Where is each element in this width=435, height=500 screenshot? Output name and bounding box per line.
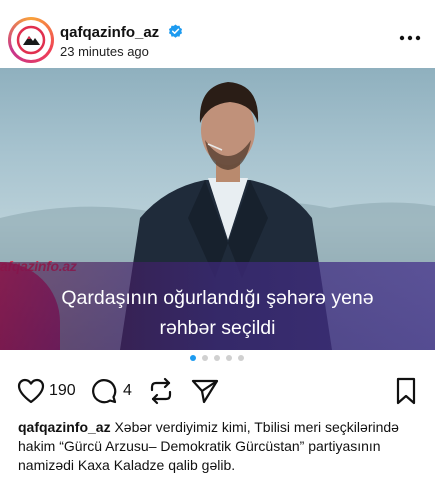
username[interactable]: qafqazinfo_az: [60, 24, 159, 41]
carousel-dot[interactable]: [202, 355, 208, 361]
comment-count[interactable]: 4: [123, 382, 132, 400]
more-horizontal-icon[interactable]: [398, 32, 422, 44]
post-header: qafqazinfo_az 23 minutes ago: [0, 0, 435, 70]
comment-icon[interactable]: [91, 378, 117, 404]
headline-line-1: Qardaşının oğurlandığı şəhərə yenə: [61, 287, 374, 309]
carousel-dot[interactable]: [226, 355, 232, 361]
caption-username[interactable]: qafqazinfo_az: [18, 419, 111, 435]
post-caption: qafqazinfo_az Xəbər verdiyimiz kimi, Tbi…: [18, 418, 423, 475]
avatar[interactable]: [8, 17, 54, 63]
post-image[interactable]: afqazinfo.az Qardaşının oğurlandığı şəhə…: [0, 68, 435, 350]
headline: Qardaşının oğurlandığı şəhərə yenə rəhbə…: [0, 283, 435, 343]
heart-icon[interactable]: [17, 378, 45, 404]
bookmark-icon[interactable]: [395, 377, 417, 405]
post-timestamp: 23 minutes ago: [60, 44, 149, 59]
carousel-dot[interactable]: [190, 355, 196, 361]
verified-badge-icon: [168, 24, 183, 38]
repost-icon[interactable]: [148, 377, 174, 405]
like-count[interactable]: 190: [49, 382, 76, 400]
carousel-dot[interactable]: [238, 355, 244, 361]
send-icon[interactable]: [191, 378, 219, 404]
carousel-dot[interactable]: [214, 355, 220, 361]
logo-icon: [11, 20, 51, 60]
carousel-indicator: [190, 355, 250, 363]
headline-line-2: rəhbər seçildi: [159, 317, 276, 339]
action-bar: 190 4: [0, 370, 435, 410]
